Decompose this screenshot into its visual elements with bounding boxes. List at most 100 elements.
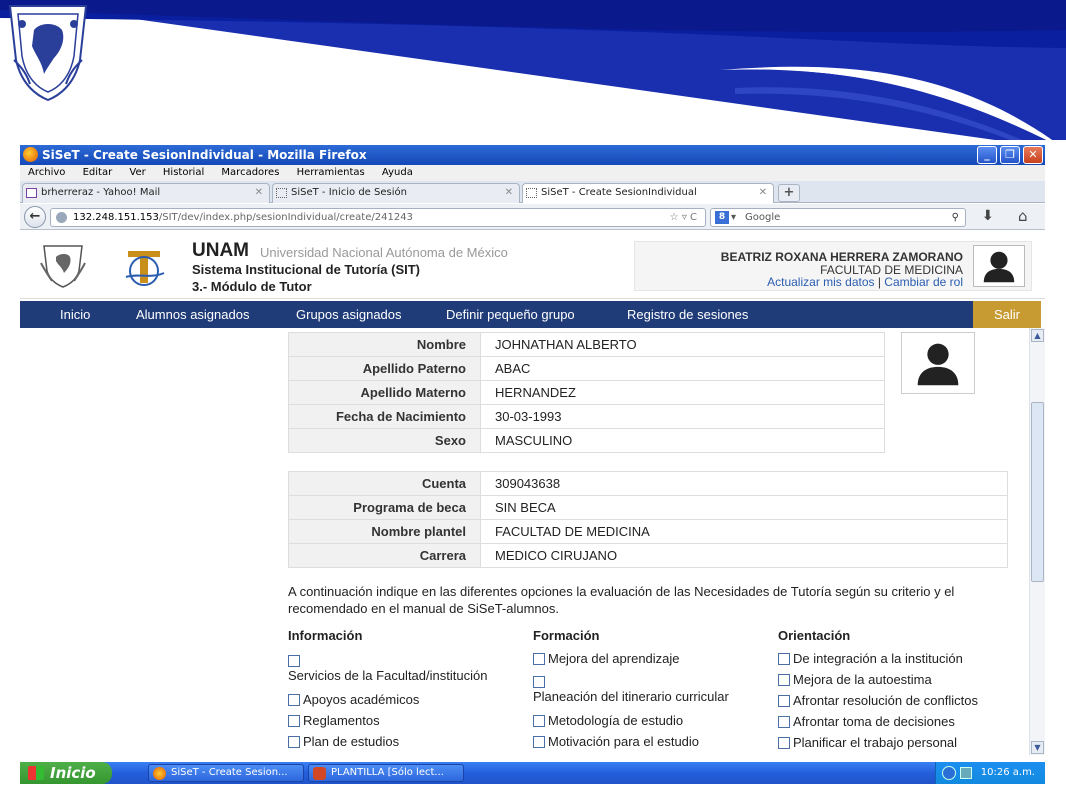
menu-editar[interactable]: Editar — [83, 167, 113, 178]
checkbox-item[interactable]: Apoyos académicos — [288, 692, 419, 707]
mail-icon — [26, 188, 37, 198]
checkbox[interactable] — [533, 715, 545, 727]
checkbox[interactable] — [778, 716, 790, 728]
checkbox[interactable] — [533, 736, 545, 748]
tab-inicio-sesion[interactable]: SiSeT - Inicio de Sesión ✕ — [272, 183, 520, 203]
menu-ayuda[interactable]: Ayuda — [382, 167, 413, 178]
checkbox[interactable] — [533, 653, 545, 665]
checkbox[interactable] — [288, 655, 300, 667]
nav-inicio[interactable]: Inicio — [60, 301, 90, 328]
heading-formacion: Formación — [533, 628, 600, 643]
download-icon[interactable]: ⬇ — [982, 208, 994, 224]
table-row: Programa de beca SIN BECA — [288, 495, 1008, 520]
menu-historial[interactable]: Historial — [163, 167, 204, 178]
module-name: 3.- Módulo de Tutor — [192, 279, 312, 294]
checkbox-item[interactable]: Mejora de la autoestima — [778, 672, 932, 687]
checkbox-item[interactable]: Metodología de estudio — [533, 713, 683, 728]
taskbar-item-label: SiSeT - Create Sesion... — [171, 767, 288, 778]
nav-definir-pequeno-grupo[interactable]: Definir pequeño grupo — [446, 301, 575, 328]
row-value: 30-03-1993 — [480, 404, 885, 429]
checkbox-label: Planificar el trabajo personal — [793, 735, 958, 750]
page-content: Nombre JOHNATHAN ALBERTO Apellido Paterno… — [20, 328, 1029, 755]
checkbox-item[interactable]: Mejora del aprendizaje — [533, 651, 680, 666]
home-icon[interactable]: ⌂ — [1018, 207, 1028, 225]
update-data-link[interactable]: Actualizar mis datos — [767, 275, 874, 289]
sit-logo-icon — [125, 251, 165, 286]
checkbox-item[interactable]: Afrontar resolución de conflictos — [778, 693, 978, 708]
maximize-button[interactable]: ❐ — [1000, 146, 1020, 164]
academic-info-table: Cuenta 309043638 Programa de beca SIN BECA… — [288, 471, 1008, 568]
checkbox-item[interactable]: Afrontar toma de decisiones — [778, 714, 955, 729]
menu-marcadores[interactable]: Marcadores — [221, 167, 279, 178]
checkbox-item[interactable]: De integración a la institución — [778, 651, 963, 666]
row-value: MASCULINO — [480, 428, 885, 453]
tab-bar: brherreraz - Yahoo! Mail ✕ SiSeT - Inici… — [20, 181, 1045, 203]
checkbox-item[interactable]: Motivación para el estudio — [533, 734, 699, 749]
unam-crest-icon — [40, 245, 86, 288]
minimize-button[interactable]: _ — [977, 146, 997, 164]
scroll-thumb[interactable] — [1031, 402, 1044, 582]
user-box: BEATRIZ ROXANA HERRERA ZAMORANO FACULTAD… — [634, 241, 1032, 291]
row-value: 309043638 — [480, 471, 1008, 496]
checkbox[interactable] — [288, 715, 300, 727]
checkbox-item[interactable]: Reglamentos — [288, 713, 380, 728]
link-separator: | — [874, 275, 885, 289]
menu-herramientas[interactable]: Herramientas — [297, 167, 365, 178]
scroll-down-icon[interactable]: ▼ — [1031, 741, 1044, 754]
display-icon[interactable] — [960, 767, 972, 779]
checkbox[interactable] — [533, 676, 545, 688]
window-titlebar[interactable]: SiSeT - Create SesionIndividual - Mozill… — [20, 145, 1045, 165]
row-label: Cuenta — [288, 471, 481, 496]
checkbox-item[interactable]: Planeación del itinerario curricular — [533, 674, 729, 704]
change-role-link[interactable]: Cambiar de rol — [884, 275, 963, 289]
tab-close-icon[interactable]: ✕ — [759, 184, 767, 202]
student-photo-icon — [901, 332, 975, 394]
tab-yahoo-mail[interactable]: brherreraz - Yahoo! Mail ✕ — [22, 183, 270, 203]
network-icon[interactable] — [942, 766, 956, 780]
checkbox[interactable] — [288, 694, 300, 706]
taskbar-item-powerpoint[interactable]: PLANTILLA [Sólo lect... — [308, 764, 464, 782]
back-button[interactable]: ← — [24, 206, 46, 228]
tab-close-icon[interactable]: ✕ — [505, 184, 513, 202]
blue-swoosh-graphic — [0, 0, 1066, 140]
checkbox[interactable] — [778, 737, 790, 749]
checkbox-item[interactable]: Planificar el trabajo personal — [778, 735, 957, 750]
checkbox[interactable] — [778, 674, 790, 686]
checkbox[interactable] — [778, 695, 790, 707]
user-avatar-icon — [973, 245, 1025, 287]
url-bar[interactable]: 132.248.151.153/SIT/dev/index.php/sesion… — [50, 208, 706, 227]
unam-crest-icon — [8, 5, 88, 102]
search-icon[interactable]: ⚲ — [952, 209, 959, 226]
menu-ver[interactable]: Ver — [129, 167, 145, 178]
close-button[interactable]: ✕ — [1023, 146, 1043, 164]
new-tab-button[interactable]: + — [778, 184, 800, 202]
nav-registro-sesiones[interactable]: Registro de sesiones — [627, 301, 748, 328]
table-row: Apellido Materno HERNANDEZ — [288, 380, 885, 405]
start-label: Inicio — [50, 764, 96, 782]
tab-close-icon[interactable]: ✕ — [255, 184, 263, 202]
nav-grupos-asignados[interactable]: Grupos asignados — [296, 301, 402, 328]
menu-archivo[interactable]: Archivo — [28, 167, 65, 178]
vertical-scrollbar[interactable]: ▲ ▼ — [1029, 328, 1045, 755]
dropdown-arrow-icon[interactable]: ▾ — [731, 209, 736, 226]
checkbox-item[interactable]: Servicios de la Facultad/institución — [288, 653, 487, 683]
checkbox-label: Mejora de la autoestima — [793, 672, 932, 687]
bookmark-reload-icons[interactable]: ☆ ▿ C — [670, 209, 697, 226]
scroll-up-icon[interactable]: ▲ — [1031, 329, 1044, 342]
checkbox-item[interactable]: Plan de estudios — [288, 734, 399, 749]
taskbar-item-firefox[interactable]: SiSeT - Create Sesion... — [148, 764, 304, 782]
checkbox[interactable] — [778, 653, 790, 665]
taskbar-item-label: PLANTILLA [Sólo lect... — [331, 767, 444, 778]
firefox-icon — [23, 147, 38, 162]
tab-create-sesion[interactable]: SiSeT - Create SesionIndividual ✕ — [522, 183, 774, 203]
url-host: 132.248.151.153 — [73, 212, 159, 223]
google-icon[interactable]: 8 — [715, 211, 729, 224]
start-button[interactable]: Inicio — [20, 762, 112, 784]
nav-alumnos-asignados[interactable]: Alumnos asignados — [136, 301, 249, 328]
heading-informacion: Información — [288, 628, 363, 643]
checkbox[interactable] — [288, 736, 300, 748]
logout-button[interactable]: Salir — [973, 301, 1041, 328]
tab-label: SiSeT - Inicio de Sesión — [291, 187, 407, 198]
search-bar[interactable]: 8 ▾ Google ⚲ — [710, 208, 966, 227]
row-value: ABAC — [480, 356, 885, 381]
